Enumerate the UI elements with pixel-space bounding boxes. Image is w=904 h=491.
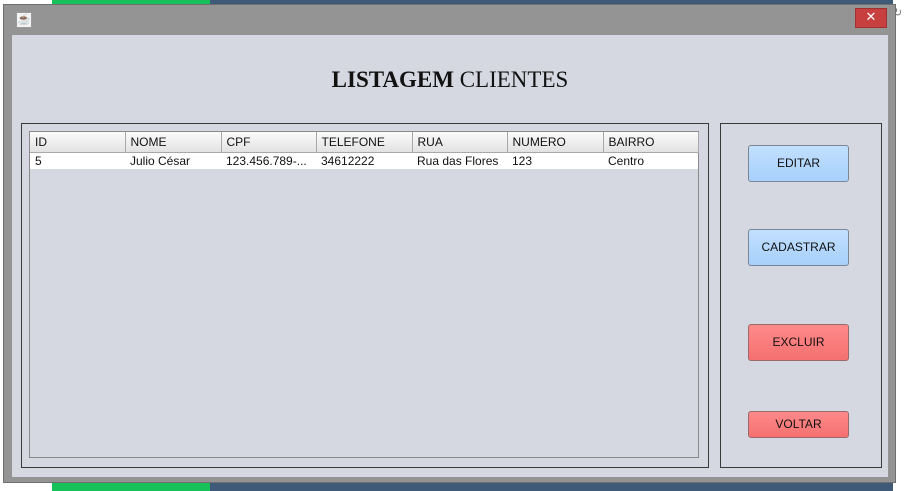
cell-cpf[interactable]: 123.456.789-...: [221, 152, 316, 169]
table-panel: ID NOME CPF TELEFONE RUA NUMERO BAIRRO 5: [21, 123, 709, 468]
title-bar[interactable]: ☕ ✕: [4, 5, 895, 33]
clients-table-scrollpane[interactable]: ID NOME CPF TELEFONE RUA NUMERO BAIRRO 5: [29, 131, 699, 458]
editar-button[interactable]: EDITAR: [748, 145, 849, 182]
table-row[interactable]: 5 Julio César 123.456.789-... 34612222 R…: [30, 152, 698, 169]
cell-numero[interactable]: 123: [507, 152, 603, 169]
cadastrar-button[interactable]: CADASTRAR: [748, 229, 849, 266]
column-header-telefone[interactable]: TELEFONE: [316, 132, 413, 153]
page-title: LISTAGEM CLIENTES: [12, 67, 888, 93]
page-title-rest: CLIENTES: [453, 67, 569, 92]
page-title-bold: LISTAGEM: [331, 67, 454, 92]
column-header-numero[interactable]: NUMERO: [507, 132, 604, 153]
column-header-rua[interactable]: RUA: [412, 132, 508, 153]
table-header: ID NOME CPF TELEFONE RUA NUMERO BAIRRO: [30, 132, 699, 153]
column-header-id[interactable]: ID: [30, 132, 126, 153]
clientes-window: ☕ ✕ LISTAGEM CLIENTES ID NOME CPF TELEFO…: [3, 4, 896, 483]
cell-id[interactable]: 5: [30, 152, 125, 169]
actions-panel: EDITAR CADASTRAR EXCLUIR VOLTAR: [720, 123, 882, 468]
excluir-button[interactable]: EXCLUIR: [748, 324, 849, 361]
cell-nome[interactable]: Julio César: [125, 152, 221, 169]
clients-table[interactable]: ID NOME CPF TELEFONE RUA NUMERO BAIRRO 5: [30, 132, 699, 169]
voltar-button[interactable]: VOLTAR: [748, 411, 849, 438]
java-icon: ☕: [16, 12, 32, 28]
column-header-cpf[interactable]: CPF: [221, 132, 317, 153]
column-header-bairro[interactable]: BAIRRO: [603, 132, 699, 153]
content-area: LISTAGEM CLIENTES ID NOME CPF TELEFONE R…: [12, 35, 888, 477]
cell-bairro[interactable]: Centro: [603, 152, 698, 169]
column-header-nome[interactable]: NOME: [125, 132, 222, 153]
close-button[interactable]: ✕: [855, 8, 887, 28]
cell-rua[interactable]: Rua das Flores: [412, 152, 507, 169]
cell-telefone[interactable]: 34612222: [316, 152, 412, 169]
